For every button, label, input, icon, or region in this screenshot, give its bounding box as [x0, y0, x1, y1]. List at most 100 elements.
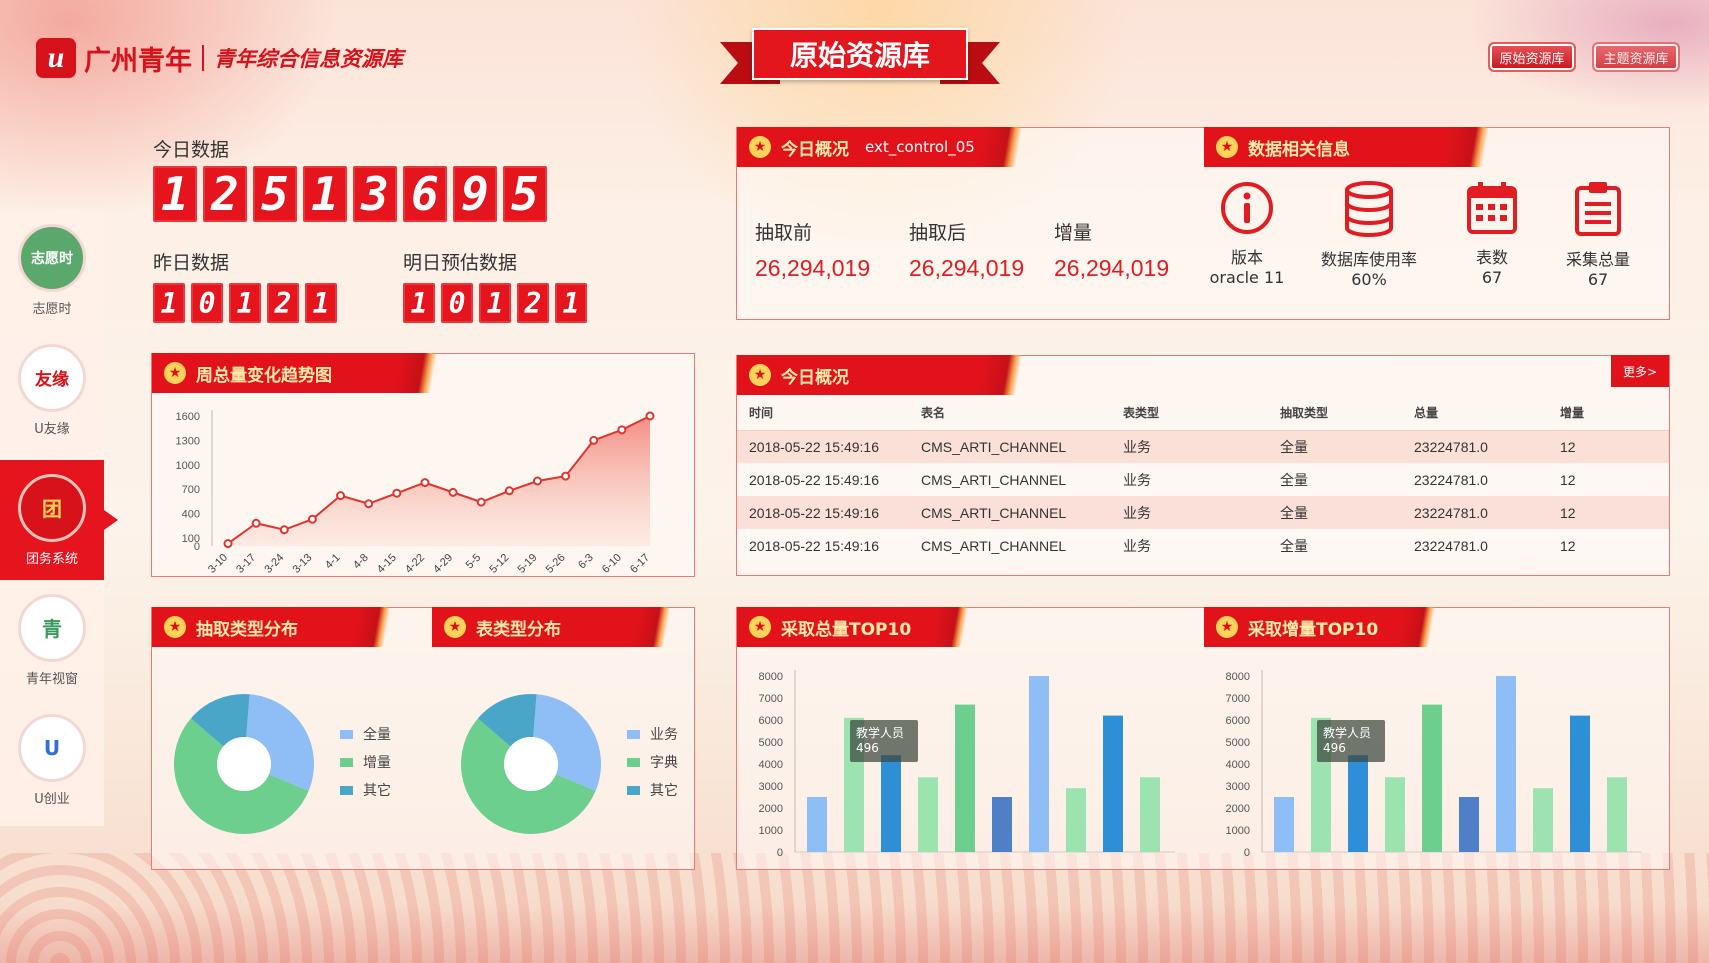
bottom-decoration-shade — [0, 903, 1709, 963]
calendar-icon — [1467, 182, 1517, 234]
cell-total: 23224781.0 — [1402, 529, 1548, 562]
bar2-tooltip: 教学人员 496 — [1317, 720, 1385, 762]
col-total: 总量 — [1402, 396, 1548, 431]
info-label: 采集总量 — [1565, 250, 1630, 269]
star-icon: ★ — [1216, 616, 1238, 638]
datainfo-title: 数据相关信息 — [1248, 139, 1350, 160]
digit: 0 — [191, 283, 223, 323]
u-friend-icon: 友缘 — [18, 343, 86, 412]
y-tick-label: 4000 — [759, 759, 783, 771]
sidebar-item-volunteer[interactable]: 志愿时 志愿时 — [0, 210, 104, 330]
x-tick-label: 4-22 — [403, 552, 427, 576]
stat-value: 26,294,019 — [1054, 255, 1170, 281]
bar — [918, 777, 938, 852]
star-icon: ★ — [749, 616, 771, 638]
stat-after: 抽取后 26,294,019 — [909, 218, 1024, 282]
bar — [1385, 777, 1405, 852]
table-row[interactable]: 2018-05-22 15:49:16 CMS_ARTI_CHANNEL 业务 … — [737, 496, 1669, 529]
bar — [1496, 676, 1516, 852]
pie1-legend: 全量 增量 其它 — [340, 720, 391, 804]
overview-title-bar: ★ 今日概况 ext_control_05 — [737, 127, 1047, 167]
col-increment: 增量 — [1548, 396, 1669, 431]
info-value: 67 — [1481, 268, 1503, 287]
pie1-title-bar: ★ 抽取类型分布 — [152, 607, 410, 647]
trend-point — [476, 497, 486, 507]
digit: 5 — [503, 166, 547, 222]
cell-increment: 12 — [1548, 463, 1669, 496]
table-row[interactable]: 2018-05-22 15:49:16 CMS_ARTI_CHANNEL 业务 … — [737, 430, 1669, 463]
bar — [992, 797, 1012, 852]
cell-time: 2018-05-22 15:49:16 — [737, 463, 909, 496]
sidebar-item-youth-window[interactable]: 青 青年视窗 — [0, 580, 104, 700]
app-logo[interactable]: u 广州青年 青年综合信息资源库 — [36, 38, 403, 78]
topic-resource-button[interactable]: 主题资源库 — [1592, 42, 1680, 72]
col-table-name: 表名 — [909, 396, 1111, 431]
legend-item[interactable]: 其它 — [340, 776, 391, 804]
trend-point — [617, 425, 627, 435]
digit: 1 — [153, 283, 185, 323]
trend-point — [532, 476, 542, 486]
sidebar-item-label: 青年视窗 — [25, 671, 78, 687]
cell-table-type: 业务 — [1111, 430, 1268, 463]
donut-hole — [504, 737, 558, 791]
today-table-title-bar: ★ 今日概况 — [737, 355, 1047, 395]
logo-subtitle: 青年综合信息资源库 — [214, 47, 403, 71]
page-title-banner: 原始资源库 — [720, 28, 1000, 84]
raw-resource-button[interactable]: 原始资源库 — [1488, 42, 1576, 72]
digit: 1 — [303, 166, 347, 222]
stat-label: 抽取后 — [909, 222, 967, 244]
trend-point — [420, 478, 430, 488]
overview-subtitle: ext_control_05 — [865, 138, 975, 156]
cell-time: 2018-05-22 15:49:16 — [737, 496, 909, 529]
y-tick-label: 100 — [182, 533, 200, 545]
cell-time: 2018-05-22 15:49:16 — [737, 430, 909, 463]
cell-total: 23224781.0 — [1402, 430, 1548, 463]
stat-increment: 增量 26,294,019 — [1054, 218, 1169, 282]
x-tick-label: 4-1 — [323, 552, 343, 572]
tooltip-value: 496 — [856, 741, 879, 755]
table-row[interactable]: 2018-05-22 15:49:16 CMS_ARTI_CHANNEL 业务 … — [737, 463, 1669, 496]
legend-swatch — [340, 757, 353, 767]
legend-label: 全量 — [363, 727, 391, 743]
table-row[interactable]: 2018-05-22 15:49:16 CMS_ARTI_CHANNEL 业务 … — [737, 529, 1669, 562]
cell-time: 2018-05-22 15:49:16 — [737, 529, 909, 562]
database-icon — [1345, 181, 1393, 238]
legend-item[interactable]: 业务 — [627, 720, 678, 748]
legend-item[interactable]: 字典 — [627, 748, 678, 776]
x-tick-label: 6-17 — [628, 552, 652, 576]
version-info: 版本 oracle 11 — [1192, 180, 1302, 287]
x-tick-label: 3-13 — [290, 552, 314, 576]
more-button[interactable]: 更多> — [1611, 355, 1669, 387]
y-tick-label: 4000 — [1226, 759, 1250, 771]
sidebar-item-label: 团务系统 — [25, 551, 78, 567]
cell-extract-type: 全量 — [1268, 496, 1402, 529]
pie2-title: 表类型分布 — [476, 619, 561, 640]
legend-item[interactable]: 增量 — [340, 748, 391, 776]
info-label: 数据库使用率 — [1320, 250, 1417, 269]
sidebar-item-u-startup[interactable]: U U创业 — [0, 700, 104, 820]
table-count-info: 表数 67 — [1437, 180, 1547, 287]
stat-label: 增量 — [1054, 222, 1093, 244]
today-data-label: 今日数据 — [153, 139, 230, 161]
trend-point — [589, 435, 599, 445]
digit: 1 — [153, 166, 197, 222]
sidebar-item-u-friend[interactable]: 友缘 U友缘 — [0, 330, 104, 450]
x-tick-label: 5-26 — [544, 552, 568, 576]
bar1-title: 采取总量TOP10 — [781, 619, 912, 640]
legend-item[interactable]: 其它 — [627, 776, 678, 804]
donut-hole — [217, 737, 271, 791]
x-tick-label: 4-8 — [351, 552, 371, 572]
y-tick-label: 1000 — [759, 825, 783, 837]
x-tick-label: 4-29 — [431, 552, 455, 576]
trend-point — [645, 411, 655, 421]
digit: 1 — [305, 283, 337, 323]
trend-point — [307, 514, 317, 524]
cell-increment: 12 — [1548, 496, 1669, 529]
sidebar-item-league-system[interactable]: 团 团务系统 — [0, 460, 118, 580]
digit: 3 — [353, 166, 397, 222]
legend-label: 增量 — [363, 755, 391, 771]
yesterday-data-label: 昨日数据 — [153, 252, 230, 274]
bar — [1607, 777, 1627, 852]
legend-item[interactable]: 全量 — [340, 720, 391, 748]
today-table-title: 今日概况 — [781, 367, 849, 388]
